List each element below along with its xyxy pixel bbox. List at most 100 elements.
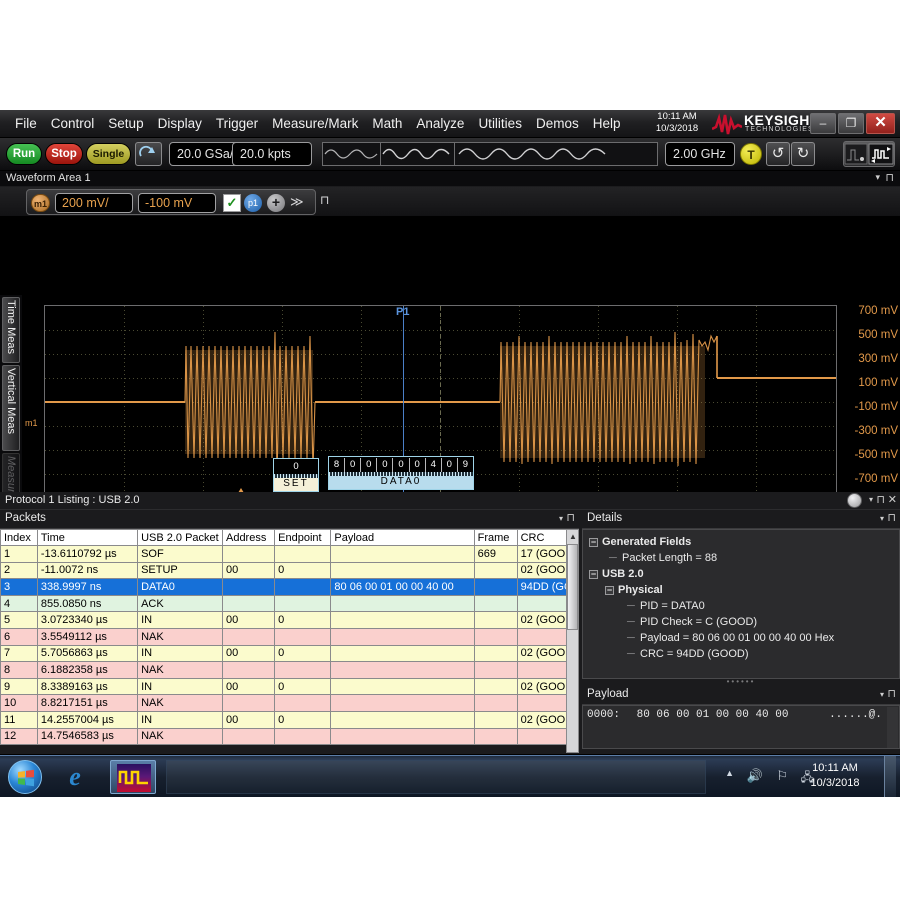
memory-depth-field[interactable]: 20.0 kpts	[232, 142, 312, 166]
menu-item-setup[interactable]: Setup	[101, 114, 150, 133]
maximize-button[interactable]: ❐	[838, 113, 864, 134]
decode-bar-setup[interactable]: 0 SET	[273, 458, 319, 492]
menu-item-trigger[interactable]: Trigger	[209, 114, 265, 133]
menu-item-control[interactable]: Control	[44, 114, 102, 133]
probe-p1-badge[interactable]: p1	[244, 194, 262, 212]
packets-pin-icon[interactable]: ⊓	[566, 511, 575, 524]
waveform-area-caret-icon[interactable]: ▾	[875, 172, 880, 183]
add-channel-button[interactable]: +	[267, 194, 285, 212]
table-row[interactable]: 1 -13.6110792 µs SOF 669 17 (GOOD)	[0, 545, 580, 563]
channel-more-icon[interactable]: ≫	[290, 194, 304, 210]
column-header-endpoint[interactable]: Endpoint	[274, 529, 332, 546]
expander-icon[interactable]: −	[605, 585, 614, 595]
channel-scale-field[interactable]: 200 mV/	[55, 193, 133, 213]
table-row[interactable]: 12 14.7546583 µs NAK	[0, 727, 580, 746]
taskbar-clock[interactable]: 10:11 AM 10/3/2018	[802, 761, 868, 791]
payload-hexdump-pane[interactable]: 0000: 80 06 00 01 00 00 40 00 ......@.	[582, 705, 900, 749]
menu-item-analyze[interactable]: Analyze	[409, 114, 471, 133]
table-row[interactable]: 6 3.5549112 µs NAK	[0, 627, 580, 646]
trigger-indicator[interactable]: T	[740, 143, 762, 165]
tree-node-payload[interactable]: ─ Payload = 80 06 00 01 00 00 40 00 Hex	[587, 630, 899, 646]
start-button[interactable]	[8, 760, 42, 794]
scroll-up-icon[interactable]: ▲	[569, 532, 577, 541]
expander-icon[interactable]: −	[589, 569, 598, 579]
column-header-packet[interactable]: USB 2.0 Packet	[137, 529, 223, 546]
payload-scrollbar[interactable]	[887, 707, 898, 748]
tree-node-pid-check[interactable]: ─ PID Check = C (GOOD)	[587, 614, 899, 630]
menu-item-math[interactable]: Math	[365, 114, 409, 133]
scrollbar-thumb[interactable]	[567, 544, 578, 630]
menu-item-display[interactable]: Display	[151, 114, 209, 133]
side-tab-time-meas[interactable]: Time Meas	[2, 297, 20, 363]
close-button[interactable]: ✕	[866, 113, 895, 134]
action-flag-icon[interactable]: ⚐	[776, 768, 788, 784]
channel-offset-field[interactable]: -100 mV	[138, 193, 216, 213]
table-row[interactable]: 7 5.7056863 µs IN 00 0 02 (GOOD)	[0, 644, 580, 663]
menu-item-help[interactable]: Help	[586, 114, 628, 133]
table-row[interactable]: 11 14.2557004 µs IN 00 0 02 (GOOD)	[0, 710, 580, 729]
undo-button[interactable]: ↺	[766, 142, 790, 166]
tray-expand-icon[interactable]: ▲	[725, 768, 734, 778]
payload-pin-icon[interactable]: ⊓	[887, 687, 896, 700]
table-row[interactable]: 4 855.0850 ns ACK	[0, 594, 580, 613]
details-tree-pane[interactable]: − Generated Fields ─ Packet Length = 88 − U…	[582, 529, 900, 679]
table-row-selected[interactable]: 3 338.9997 ns DATA0 80 06 00 01 00 00 40…	[0, 578, 580, 596]
side-tab-vertical-meas[interactable]: Vertical Meas	[2, 365, 20, 451]
tree-node-generated-fields[interactable]: − Generated Fields	[587, 534, 899, 550]
table-row[interactable]: 9 8.3389163 µs IN 00 0 02 (GOOD)	[0, 677, 580, 696]
tree-node-usb20[interactable]: − USB 2.0	[587, 566, 899, 582]
column-header-payload[interactable]: Payload	[330, 529, 475, 546]
tree-node-packet-length[interactable]: ─ Packet Length = 88	[587, 550, 899, 566]
column-header-time[interactable]: Time	[36, 529, 139, 546]
minimize-button[interactable]: –	[810, 113, 836, 134]
packets-table-pane[interactable]: Index Time USB 2.0 Packet Address Endpoi…	[0, 529, 580, 753]
volume-icon[interactable]: 🔊	[747, 768, 763, 784]
single-button[interactable]: Single	[86, 143, 131, 165]
run-button[interactable]: Run	[6, 143, 42, 165]
protocol-caret-icon[interactable]: ▾	[869, 495, 873, 504]
waveform-preset-3[interactable]	[454, 142, 658, 166]
auto-scale-button[interactable]	[135, 142, 162, 166]
table-row[interactable]: 8 6.1882358 µs NAK	[0, 661, 580, 679]
decode-bar-data0[interactable]: 8 0 0 0 0 0 4 0 9 DATA0	[328, 456, 474, 490]
taskbar-scope-app-button[interactable]	[110, 760, 156, 794]
stop-button[interactable]: Stop	[45, 143, 83, 165]
menu-item-utilities[interactable]: Utilities	[471, 114, 529, 133]
table-row[interactable]: 10 8.8217151 µs NAK	[0, 694, 580, 712]
channel-ground-marker[interactable]: m1	[25, 418, 38, 428]
packets-scrollbar[interactable]: ▲	[566, 529, 579, 753]
column-header-address[interactable]: Address	[221, 529, 276, 546]
column-header-frame[interactable]: Frame	[473, 529, 518, 546]
menu-item-demos[interactable]: Demos	[529, 114, 586, 133]
menu-item-measure-mark[interactable]: Measure/Mark	[265, 114, 365, 133]
tree-node-physical[interactable]: − Physical	[587, 582, 899, 598]
payload-caret-icon[interactable]: ▾	[880, 690, 884, 699]
details-caret-icon[interactable]: ▾	[880, 514, 884, 523]
internet-explorer-icon[interactable]: e	[60, 763, 90, 791]
channel-m1-badge[interactable]: m1	[31, 194, 50, 212]
v-label-3: 100 mV	[858, 377, 898, 389]
gear-icon[interactable]	[847, 493, 862, 508]
table-row[interactable]: 2 -11.0072 ns SETUP 00 0 02 (GOOD)	[0, 561, 580, 580]
waveform-area-pin-icon[interactable]: ⊓	[885, 171, 894, 184]
display-mode-buttons[interactable]	[843, 141, 895, 167]
expander-icon[interactable]: −	[589, 537, 598, 547]
waveform-preset-1[interactable]	[322, 142, 380, 166]
taskbar-window-strip[interactable]	[166, 760, 706, 794]
tree-node-crc[interactable]: ─ CRC = 94DD (GOOD)	[587, 646, 899, 662]
tree-node-pid[interactable]: ─ PID = DATA0	[587, 598, 899, 614]
channel-pin-icon[interactable]: ⊓	[320, 193, 329, 207]
protocol-pin-icon[interactable]: ⊓	[876, 493, 885, 506]
column-header-index[interactable]: Index	[0, 529, 38, 546]
waveform-preset-2[interactable]	[380, 142, 454, 166]
packets-caret-icon[interactable]: ▾	[559, 514, 563, 523]
menu-item-file[interactable]: File	[8, 114, 44, 133]
redo-button[interactable]: ↻	[791, 142, 815, 166]
table-row[interactable]: 5 3.0723340 µs IN 00 0 02 (GOOD)	[0, 611, 580, 629]
channel-enable-checkbox[interactable]: ✓	[223, 194, 241, 212]
bandwidth-field[interactable]: 2.00 GHz	[665, 142, 735, 166]
protocol-close-icon[interactable]: ✕	[888, 493, 897, 506]
details-pin-icon[interactable]: ⊓	[887, 511, 896, 524]
waveform-graticule[interactable]: P1 0 SET 8 0 0 0 0 0 4 0 9 DATA0	[44, 305, 837, 503]
show-desktop-button[interactable]	[884, 756, 896, 797]
